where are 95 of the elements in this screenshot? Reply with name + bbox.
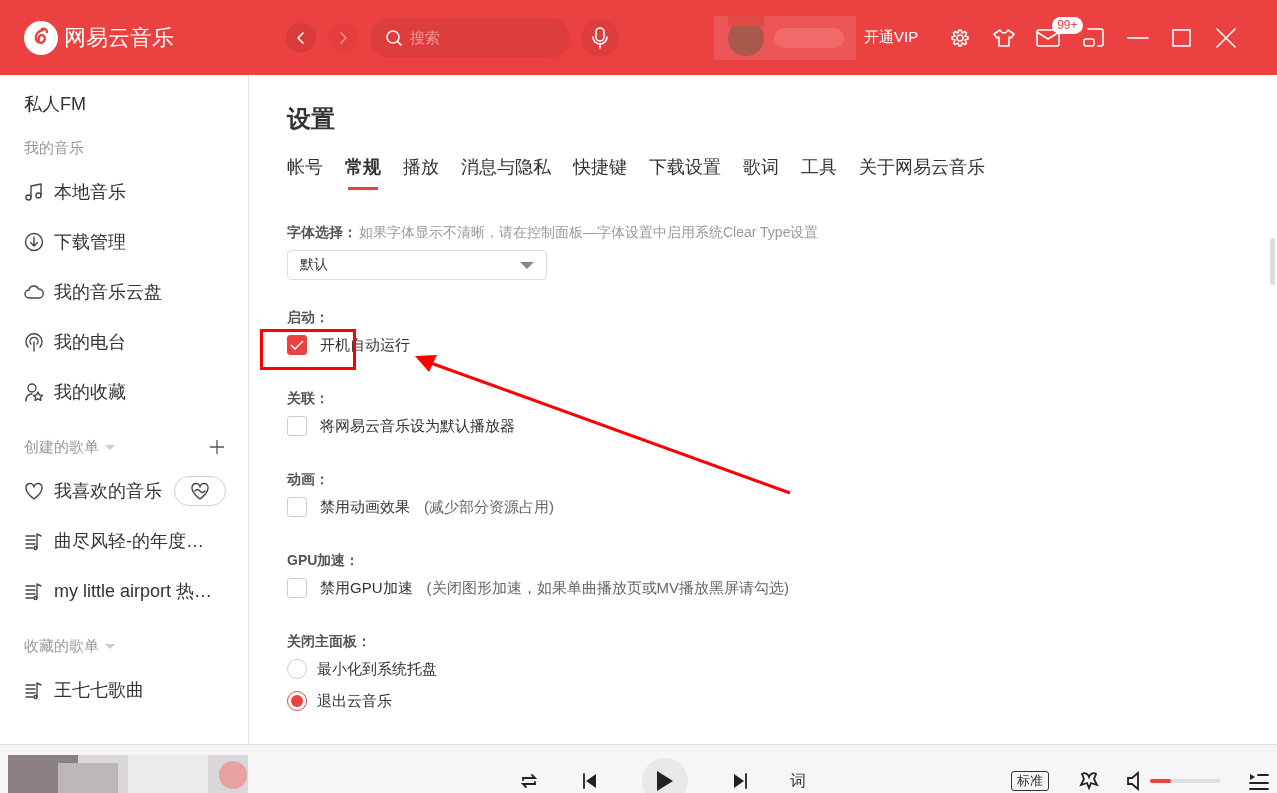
playlist-queue-icon[interactable]: [1248, 771, 1270, 791]
dropdown-arrow-icon: [520, 261, 534, 269]
app-name: 网易云音乐: [64, 23, 174, 52]
shirt-icon[interactable]: [992, 27, 1017, 48]
lyrics-button[interactable]: 词: [790, 770, 806, 792]
plus-icon[interactable]: [210, 440, 224, 454]
previous-button[interactable]: [582, 772, 598, 790]
checkmark-icon: [290, 339, 304, 351]
mini-mode-icon[interactable]: [1082, 26, 1107, 49]
settings-tab[interactable]: 工具: [801, 155, 837, 190]
heartbeat-mode-button[interactable]: [174, 476, 226, 506]
close-icon[interactable]: [1214, 26, 1239, 49]
download-icon: [24, 232, 44, 252]
sidebar-item[interactable]: 我的音乐云盘: [24, 267, 248, 317]
cloud-icon: [24, 282, 44, 302]
next-icon: [732, 772, 748, 790]
setting-label: 动画：: [287, 471, 330, 489]
quality-button[interactable]: 标准: [1011, 771, 1049, 791]
option-note: (减少部分资源占用): [424, 497, 554, 517]
settings-tab[interactable]: 消息与隐私: [461, 155, 551, 190]
repeat-button[interactable]: [520, 772, 538, 790]
sidebar-item[interactable]: 我的电台: [24, 317, 248, 367]
sidebar-item-label: 我的电台: [54, 331, 126, 354]
section-label: 创建的歌单: [24, 437, 99, 457]
sidebar-item[interactable]: 本地音乐: [24, 167, 248, 217]
sidebar-item[interactable]: 下载管理: [24, 217, 248, 267]
settings-tab[interactable]: 常规: [345, 155, 381, 190]
sound-effect-icon[interactable]: [1079, 771, 1101, 791]
radio-button[interactable]: [287, 659, 307, 679]
settings-tab[interactable]: 帐号: [287, 155, 323, 190]
volume-icon[interactable]: [1126, 771, 1142, 791]
option-label: 将网易云音乐设为默认播放器: [320, 416, 515, 436]
section-label: 我的音乐: [24, 138, 84, 158]
play-button[interactable]: [642, 758, 688, 793]
sidebar-item[interactable]: my little airport 热…: [24, 566, 248, 616]
voice-search-button[interactable]: [581, 18, 619, 57]
microphone-icon: [591, 26, 609, 49]
sidebar-item[interactable]: 我喜欢的音乐: [24, 466, 248, 516]
podcast-icon: [24, 332, 44, 352]
settings-tab[interactable]: 关于网易云音乐: [859, 155, 985, 190]
next-button[interactable]: [732, 772, 748, 790]
music-note-icon: [24, 182, 44, 202]
logo-icon: [24, 20, 58, 55]
option-note: (关闭图形加速，如果单曲播放页或MV播放黑屏请勾选): [426, 578, 789, 598]
sidebar-item[interactable]: 私人FM: [24, 92, 248, 118]
radio-button[interactable]: [287, 691, 307, 711]
sidebar-item-label: 我的收藏: [54, 381, 126, 404]
heart-wave-icon: [190, 481, 210, 501]
setting-label: 启动：: [287, 309, 330, 327]
search-icon: [386, 29, 402, 46]
setting-label: 关联：: [287, 390, 330, 408]
option-label: 禁用动画效果: [320, 497, 410, 517]
font-dropdown[interactable]: 默认: [287, 250, 547, 280]
play-icon: [657, 771, 673, 791]
section-label: 收藏的歌单: [24, 636, 99, 656]
repeat-icon: [520, 772, 538, 790]
sidebar-item-label: 下载管理: [54, 231, 126, 254]
setting-label: 关闭主面板：: [287, 633, 372, 651]
back-button[interactable]: [286, 22, 316, 53]
search-field[interactable]: 搜索: [408, 28, 552, 47]
volume-slider[interactable]: [1150, 779, 1220, 783]
scrollbar[interactable]: [1270, 238, 1275, 285]
sidebar-item-label: 我喜欢的音乐: [54, 480, 162, 503]
checkbox[interactable]: [287, 335, 307, 355]
sidebar-item-label: 我的音乐云盘: [54, 281, 162, 304]
user-star-icon: [24, 382, 44, 402]
sidebar-item-label: 王七七歌曲: [54, 679, 144, 702]
playlist-icon: [24, 680, 44, 700]
notification-badge: 99+: [1052, 16, 1083, 34]
search-bar[interactable]: 搜索: [370, 17, 570, 58]
sidebar-item[interactable]: 王七七歌曲: [24, 665, 248, 715]
heart-icon: [24, 481, 44, 501]
sidebar-item[interactable]: 我的收藏: [24, 367, 248, 417]
sidebar-item-label: 本地音乐: [54, 181, 126, 204]
option-label: 禁用GPU加速: [320, 578, 413, 598]
option-label: 退出云音乐: [317, 691, 392, 711]
checkbox[interactable]: [287, 416, 307, 436]
checkbox[interactable]: [287, 578, 307, 598]
setting-label: GPU加速：: [287, 552, 361, 570]
sidebar-item-label: my little airport 热…: [54, 580, 213, 603]
setting-label: 字体选择：: [287, 224, 357, 242]
hint-text: 如果字体显示不清晰，请在控制面板—字体设置中启用系统Clear Type设置: [359, 224, 819, 242]
page-title: 设置: [287, 104, 336, 134]
playlist-icon: [24, 531, 44, 551]
settings-tab[interactable]: 歌词: [743, 155, 779, 190]
settings-tab[interactable]: 下载设置: [649, 155, 721, 190]
checkbox[interactable]: [287, 497, 307, 517]
sidebar-item[interactable]: 曲尽风轻-的年度…: [24, 516, 248, 566]
sidebar-item-label: 曲尽风轻-的年度…: [54, 530, 204, 553]
playlist-icon: [24, 581, 44, 601]
option-label: 最小化到系统托盘: [317, 659, 437, 679]
settings-tab[interactable]: 播放: [403, 155, 439, 190]
previous-icon: [582, 772, 598, 790]
settings-tab[interactable]: 快捷键: [573, 155, 627, 190]
vip-link[interactable]: 开通VIP: [864, 28, 919, 47]
